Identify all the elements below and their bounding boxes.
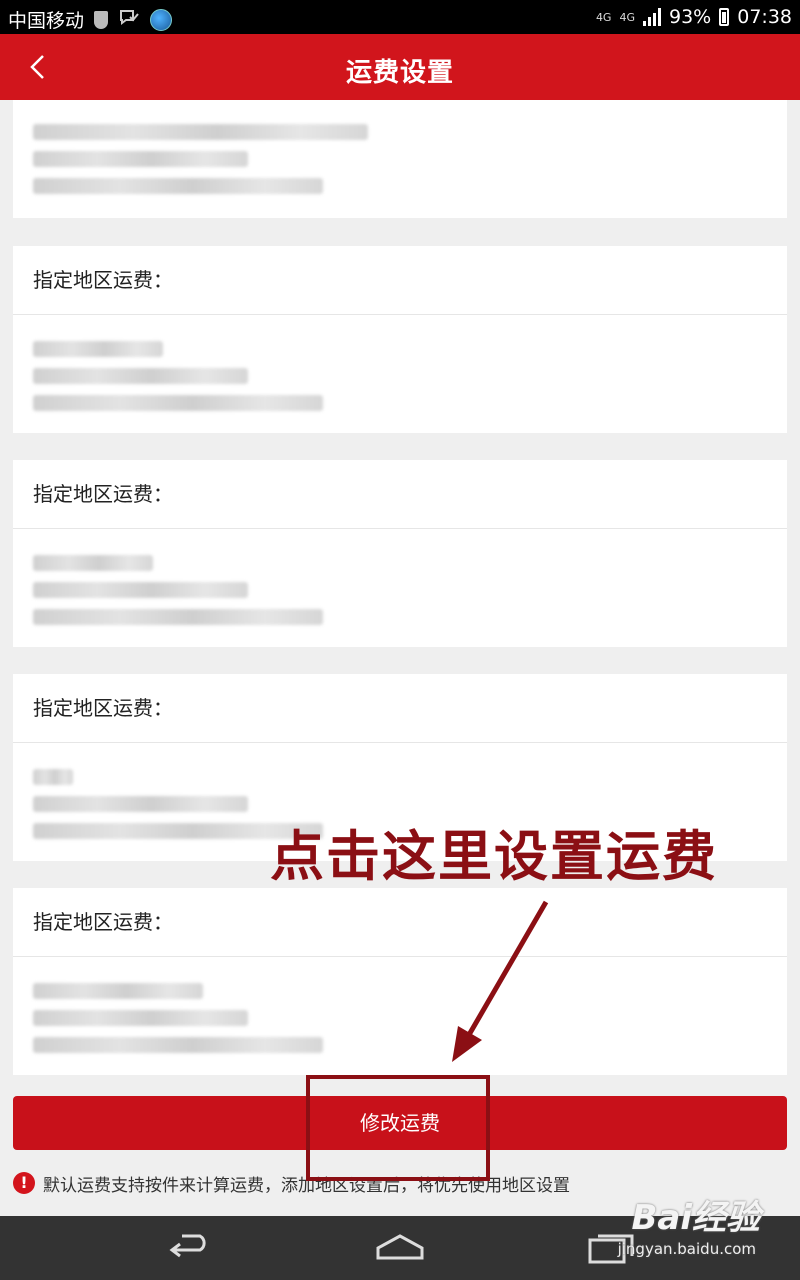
browser-icon (150, 8, 173, 31)
blurred-text (33, 983, 203, 999)
signal-icon (643, 8, 661, 26)
region-fee-card[interactable]: 指定地区运费： (13, 888, 787, 1075)
baidu-jingyan-watermark: Bai经验 (631, 1198, 760, 1238)
home-icon (376, 1234, 424, 1260)
page-title: 运费设置 (345, 58, 454, 88)
region-fee-heading: 指定地区运费： (13, 460, 787, 529)
clock: 07:38 (737, 6, 792, 28)
annotation-label: 点击这里设置运费 (270, 825, 718, 888)
blurred-text (33, 609, 323, 625)
blurred-text (33, 796, 248, 812)
region-fee-heading: 指定地区运费： (13, 246, 787, 315)
region-fee-card[interactable]: 指定地区运费： (13, 246, 787, 433)
system-home-button[interactable] (370, 1230, 430, 1266)
blurred-text (33, 368, 248, 384)
battery-icon (719, 8, 730, 26)
region-fee-card[interactable]: 指定地区运费： (13, 460, 787, 647)
blurred-text (33, 769, 73, 785)
blurred-text (33, 1010, 248, 1026)
annotation-highlight-box (306, 1075, 490, 1181)
blurred-text (33, 151, 248, 167)
back-arrow-icon (169, 1234, 206, 1258)
region-fee-heading: 指定地区运费： (13, 888, 787, 957)
region-fee-heading: 指定地区运费： (13, 674, 787, 743)
blurred-text (33, 124, 368, 140)
blurred-text (33, 1037, 323, 1053)
blurred-text (33, 582, 248, 598)
default-fee-card (13, 100, 787, 218)
wechat-icon (118, 7, 140, 32)
system-back-button[interactable] (160, 1230, 220, 1266)
shield-icon (94, 10, 109, 29)
battery-percent: 93% (669, 6, 712, 28)
blurred-text (33, 341, 163, 357)
watermark-url: jingyan.baidu.com (617, 1240, 756, 1258)
status-bar: 中国移动 4G 4G 93% 07:38 (0, 0, 800, 34)
network-type-2: 4G (619, 10, 635, 24)
carrier-label: 中国移动 (8, 10, 85, 32)
blurred-text (33, 555, 153, 571)
alert-icon: ! (13, 1172, 35, 1194)
network-type-1: 4G (595, 10, 612, 24)
blurred-text (33, 178, 323, 194)
blurred-text (33, 395, 323, 411)
title-bar: 运费设置 (0, 34, 800, 100)
